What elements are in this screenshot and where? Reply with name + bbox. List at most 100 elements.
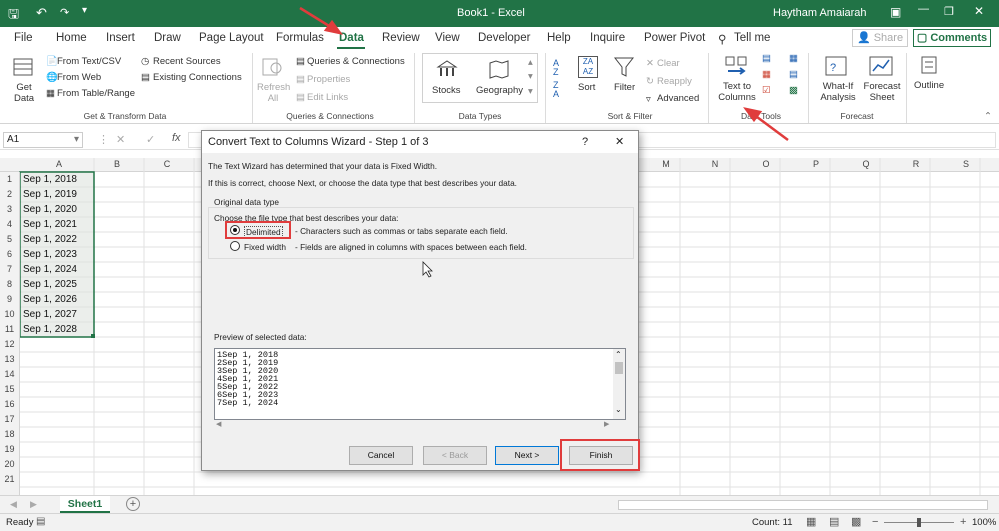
macro-recording-icon[interactable]: ▤ xyxy=(36,516,45,527)
horizontal-scrollbar[interactable] xyxy=(618,500,988,510)
tab-page-layout[interactable]: Page Layout xyxy=(199,32,264,44)
tell-me-input[interactable]: Tell me xyxy=(734,32,770,44)
existing-connections-button[interactable]: Existing Connections xyxy=(153,72,242,83)
sort-button[interactable]: Sort xyxy=(578,82,595,93)
geography-button[interactable]: Geography xyxy=(476,85,523,96)
maximize-icon[interactable]: ❐ xyxy=(944,5,954,18)
flash-fill-icon[interactable]: ▤ xyxy=(762,53,771,64)
tab-home[interactable]: Home xyxy=(56,32,87,44)
get-data-button[interactable]: Get Data xyxy=(13,82,35,104)
edit-links-button[interactable]: Edit Links xyxy=(307,92,348,103)
scroll-sheets-left-icon[interactable]: ◀ xyxy=(10,499,17,510)
column-header[interactable]: Q xyxy=(856,159,876,169)
insert-function-icon[interactable]: fx xyxy=(172,132,181,144)
clear-button[interactable]: Clear xyxy=(657,58,680,69)
tab-data[interactable]: Data xyxy=(339,32,364,44)
column-header[interactable]: S xyxy=(956,159,976,169)
zoom-level[interactable]: 100% xyxy=(972,517,996,528)
cancel-button[interactable]: Cancel xyxy=(349,446,413,465)
ribbon-display-icon[interactable]: ▣ xyxy=(890,5,901,19)
name-box-dropdown-icon[interactable]: ▾ xyxy=(74,133,79,147)
gallery-down-icon[interactable]: ▾ xyxy=(528,71,533,82)
cancel-entry-icon[interactable]: ✕ xyxy=(116,133,125,146)
column-header[interactable]: C xyxy=(157,159,177,169)
row-header[interactable]: 11 xyxy=(0,324,19,334)
row-header[interactable]: 2 xyxy=(0,189,19,199)
row-header[interactable]: 20 xyxy=(0,459,19,469)
tab-file[interactable]: File xyxy=(14,32,33,44)
row-header[interactable]: 16 xyxy=(0,399,19,409)
normal-view-icon[interactable]: ▦ xyxy=(806,515,816,528)
column-header[interactable]: P xyxy=(806,159,826,169)
page-layout-view-icon[interactable]: ▤ xyxy=(829,515,839,528)
properties-button[interactable]: Properties xyxy=(307,74,350,85)
gallery-up-icon[interactable]: ▴ xyxy=(528,57,533,68)
close-icon[interactable]: ✕ xyxy=(974,4,984,18)
cell[interactable]: Sep 1, 2023 xyxy=(21,247,93,262)
user-name[interactable]: Haytham Amaiarah xyxy=(773,7,867,19)
data-preview[interactable]: 1Sep 1, 2018 2Sep 1, 2019 3Sep 1, 2020 4… xyxy=(214,348,626,420)
forecast-sheet-button[interactable]: Forecast Sheet xyxy=(862,81,902,103)
data-validation-icon[interactable]: ☑ xyxy=(762,85,771,96)
cell[interactable]: Sep 1, 2025 xyxy=(21,277,93,292)
stocks-button[interactable]: Stocks xyxy=(432,85,461,96)
next-button[interactable]: Next > xyxy=(495,446,559,465)
scroll-right-icon[interactable]: ▶ xyxy=(604,420,609,428)
cell[interactable]: Sep 1, 2028 xyxy=(21,322,93,337)
scroll-down-icon[interactable]: ⌄ xyxy=(615,405,622,414)
scroll-sheets-right-icon[interactable]: ▶ xyxy=(30,499,37,510)
reapply-button[interactable]: Reapply xyxy=(657,76,692,87)
comments-button[interactable]: ▢ Comments xyxy=(913,29,991,47)
row-header[interactable]: 13 xyxy=(0,354,19,364)
tab-help[interactable]: Help xyxy=(547,32,571,44)
tab-view[interactable]: View xyxy=(435,32,460,44)
tab-power-pivot[interactable]: Power Pivot xyxy=(644,32,705,44)
scroll-thumb[interactable] xyxy=(615,362,623,374)
column-header[interactable]: A xyxy=(49,159,69,169)
recent-sources-button[interactable]: Recent Sources xyxy=(153,56,221,67)
preview-vertical-scrollbar[interactable]: ⌃ ⌄ xyxy=(613,349,625,419)
row-header[interactable]: 3 xyxy=(0,204,19,214)
undo-icon[interactable]: ↶ xyxy=(36,5,47,21)
tab-draw[interactable]: Draw xyxy=(154,32,181,44)
sort-az-icon[interactable]: AZ xyxy=(553,59,559,77)
column-header[interactable]: B xyxy=(107,159,127,169)
from-web-button[interactable]: From Web xyxy=(57,72,101,83)
consolidate-icon[interactable]: ▦ xyxy=(789,53,798,64)
cell[interactable]: Sep 1, 2018 xyxy=(21,172,93,187)
manage-data-model-icon[interactable]: ▩ xyxy=(789,85,798,96)
row-header[interactable]: 12 xyxy=(0,339,19,349)
row-header[interactable]: 10 xyxy=(0,309,19,319)
fixed-width-radio[interactable] xyxy=(230,241,240,251)
relationships-icon[interactable]: ▤ xyxy=(789,69,798,80)
column-header[interactable]: M xyxy=(656,159,676,169)
sort-za-icon[interactable]: ZA xyxy=(553,81,559,99)
tab-formulas[interactable]: Formulas xyxy=(276,32,324,44)
share-button[interactable]: 👤 Share xyxy=(852,29,908,47)
row-header[interactable]: 8 xyxy=(0,279,19,289)
sheet-tab-sheet1[interactable]: Sheet1 xyxy=(60,496,110,513)
save-icon[interactable]: 🖫 xyxy=(8,5,19,27)
cell[interactable]: Sep 1, 2027 xyxy=(21,307,93,322)
filter-button[interactable]: Filter xyxy=(614,82,635,93)
row-header[interactable]: 17 xyxy=(0,414,19,424)
row-header[interactable]: 15 xyxy=(0,384,19,394)
add-sheet-icon[interactable]: + xyxy=(126,497,140,511)
cell[interactable]: Sep 1, 2024 xyxy=(21,262,93,277)
tab-review[interactable]: Review xyxy=(382,32,420,44)
what-if-analysis-button[interactable]: What-If Analysis xyxy=(814,81,862,103)
zoom-out-icon[interactable]: − xyxy=(872,516,878,528)
refresh-all-button[interactable]: Refresh All xyxy=(257,82,290,104)
remove-duplicates-icon[interactable]: ▦ xyxy=(762,69,771,80)
gallery-more-icon[interactable]: ▾ xyxy=(528,86,533,97)
queries-connections-button[interactable]: Queries & Connections xyxy=(307,56,405,67)
scroll-up-icon[interactable]: ⌃ xyxy=(615,350,622,359)
row-header[interactable]: 5 xyxy=(0,234,19,244)
outline-button[interactable]: Outline xyxy=(914,80,944,91)
column-header[interactable]: O xyxy=(756,159,776,169)
back-button[interactable]: < Back xyxy=(423,446,487,465)
cell[interactable]: Sep 1, 2026 xyxy=(21,292,93,307)
cell[interactable]: Sep 1, 2022 xyxy=(21,232,93,247)
zoom-slider-thumb[interactable] xyxy=(917,518,921,527)
from-table-range-button[interactable]: From Table/Range xyxy=(57,88,135,99)
